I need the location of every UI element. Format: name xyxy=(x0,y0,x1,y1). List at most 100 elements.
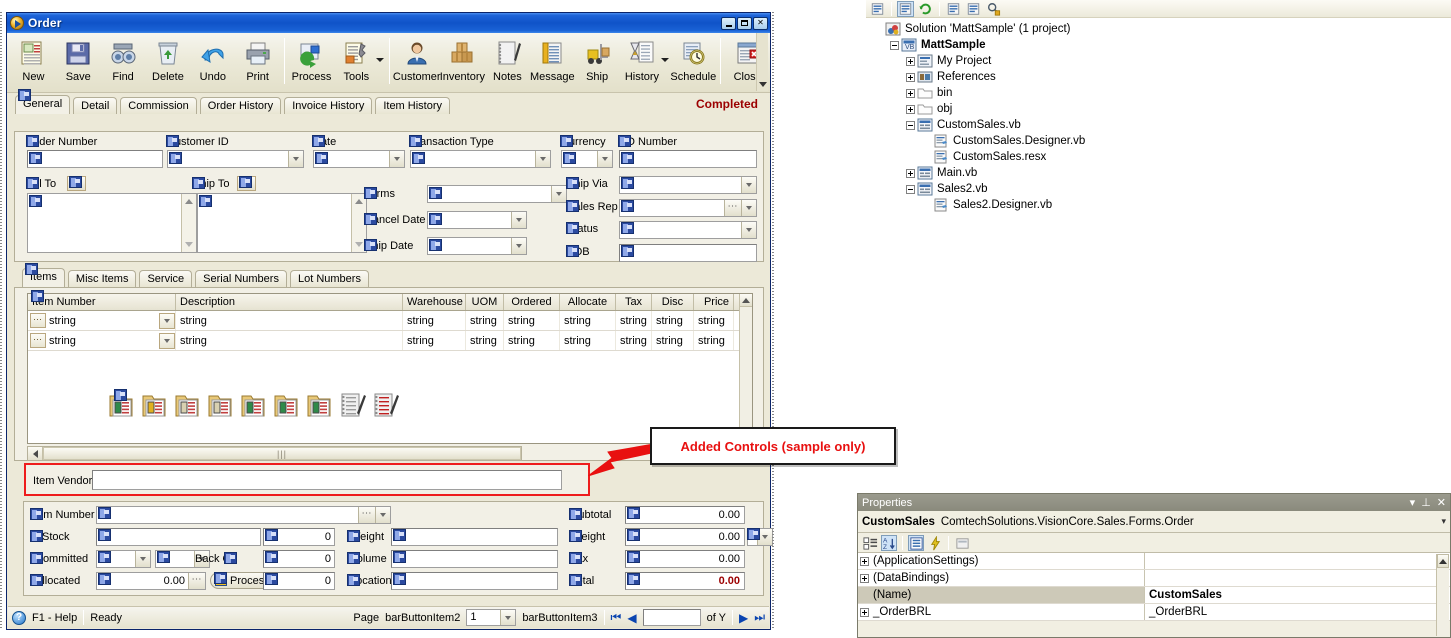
grid-column-header[interactable]: Price xyxy=(694,294,734,310)
tab-misc-items[interactable]: Misc Items xyxy=(67,270,137,287)
tab-item-history[interactable]: Item History xyxy=(375,97,451,114)
table-cell[interactable]: string xyxy=(403,311,466,330)
note2-document-icon[interactable] xyxy=(206,391,234,419)
table-cell[interactable]: ⋯ string xyxy=(28,331,176,350)
notepad-red-pen-icon[interactable] xyxy=(371,391,399,419)
view-code-icon[interactable] xyxy=(945,1,962,17)
property-value-cell[interactable] xyxy=(1145,553,1450,569)
previous-record-icon[interactable]: ◀ xyxy=(627,611,636,625)
grid-column-header[interactable]: Warehouse xyxy=(403,294,466,310)
bill-to-lookup-button[interactable] xyxy=(67,176,86,191)
tree-node-customsales-resx[interactable]: CustomSales.resx xyxy=(872,149,1451,165)
next-record-icon[interactable]: ▶ xyxy=(739,611,748,625)
grid-column-header[interactable]: Tax xyxy=(616,294,652,310)
tree-expander-icon[interactable] xyxy=(904,103,917,116)
table-cell[interactable]: ⋯ string xyxy=(28,311,176,330)
events-icon[interactable] xyxy=(927,534,943,551)
tree-expander-icon[interactable] xyxy=(904,183,917,196)
tree-expander-icon[interactable] xyxy=(904,167,917,180)
committed-combo[interactable] xyxy=(96,550,151,568)
toolbar-button-history[interactable]: History xyxy=(620,35,665,83)
toolbar-button-message[interactable]: Message xyxy=(530,35,575,83)
row-ellipsis-button[interactable]: ⋯ xyxy=(30,313,46,328)
status-combo[interactable] xyxy=(619,221,757,239)
toolbar-button-delete[interactable]: Delete xyxy=(146,35,191,83)
bar-button-item3[interactable]: barButtonItem3 xyxy=(522,612,597,624)
toolbar-button-new[interactable]: New xyxy=(11,35,56,83)
view-designer-icon[interactable] xyxy=(965,1,982,17)
terms-combo[interactable] xyxy=(427,185,567,203)
toolbar-button-undo[interactable]: Undo xyxy=(190,35,235,83)
date-combo[interactable] xyxy=(313,150,405,168)
page-dropdown-arrow-icon[interactable] xyxy=(500,610,516,625)
toolbar-dropdown-arrow-icon[interactable] xyxy=(375,57,384,62)
chevron-down-icon[interactable]: ▾ xyxy=(1410,496,1416,509)
tree-node-sales2-designer-vb[interactable]: Sales2.Designer.vb xyxy=(872,197,1451,213)
tab-detail[interactable]: Detail xyxy=(73,97,118,114)
grid-column-header[interactable]: UOM xyxy=(466,294,504,310)
toolbar-button-process[interactable]: Process xyxy=(289,35,334,83)
tree-node-bin[interactable]: bin xyxy=(872,85,1451,101)
tree-expander-icon[interactable] xyxy=(888,39,901,52)
categorized-icon[interactable] xyxy=(862,535,878,551)
scroll-thumb[interactable]: ||| xyxy=(43,447,521,460)
property-value-cell[interactable] xyxy=(1145,570,1450,586)
help-label[interactable]: F1 - Help xyxy=(32,612,77,624)
tab-order-history[interactable]: Order History xyxy=(199,97,282,114)
items-horizontal-scrollbar[interactable]: ||| xyxy=(27,446,522,461)
property-row[interactable]: (DataBindings) xyxy=(858,570,1450,587)
property-expander-icon[interactable] xyxy=(860,556,869,566)
cancel-date-combo[interactable] xyxy=(427,211,527,229)
location-input[interactable] xyxy=(391,572,558,590)
tree-node-customsales-vb[interactable]: CustomSales.vb xyxy=(872,117,1451,133)
toolbar-button-print[interactable]: Print xyxy=(235,35,280,83)
tree-expander-icon[interactable] xyxy=(904,71,917,84)
record-number-input[interactable] xyxy=(642,609,701,626)
tab-invoice-history[interactable]: Invoice History xyxy=(284,97,373,114)
ship-to-lookup-button[interactable] xyxy=(237,176,256,191)
properties-grid[interactable]: (ApplicationSettings) (DataBindings) (Name… xyxy=(858,553,1450,621)
table-row[interactable]: ⋯ string string string string string string str… xyxy=(28,331,752,351)
items-grid-scrollbar[interactable] xyxy=(739,294,752,443)
bill-to-scrollbar[interactable] xyxy=(181,194,196,252)
notepad-pen-icon[interactable] xyxy=(338,391,366,419)
weight-input[interactable] xyxy=(391,528,558,546)
grid-column-header[interactable]: Item Number xyxy=(28,294,176,310)
scroll-up-button[interactable] xyxy=(1437,554,1449,568)
row-ellipsis-button[interactable]: ⋯ xyxy=(30,333,46,348)
table-cell[interactable]: string xyxy=(616,311,652,330)
minimize-button[interactable] xyxy=(721,16,736,30)
scroll-left-button[interactable] xyxy=(28,447,43,460)
ship-via-combo[interactable] xyxy=(619,176,757,194)
property-value-cell[interactable]: CustomSales xyxy=(1145,587,1450,603)
bar-button-item2[interactable]: barButtonItem2 xyxy=(385,612,460,624)
table-cell[interactable]: string xyxy=(176,331,403,350)
toolbar-button-tools[interactable]: Tools xyxy=(334,35,379,83)
edb-input[interactable] xyxy=(619,244,757,262)
properties-object-dropdown-icon[interactable]: ▾ xyxy=(1441,516,1446,527)
tree-node-my-project[interactable]: My Project xyxy=(872,53,1451,69)
first-record-icon[interactable]: ⏮ xyxy=(611,610,622,625)
table-cell[interactable]: string xyxy=(504,331,560,350)
property-expander-icon[interactable] xyxy=(860,573,869,583)
tree-node-mattsample[interactable]: VB MattSample xyxy=(872,37,1451,53)
tree-node-obj[interactable]: obj xyxy=(872,101,1451,117)
table-cell[interactable]: string xyxy=(466,331,504,350)
property-name-cell[interactable]: (ApplicationSettings) xyxy=(858,553,1145,569)
alphabetical-icon[interactable]: AZ xyxy=(881,534,897,551)
table-cell[interactable]: string xyxy=(652,331,694,350)
table-row[interactable]: ⋯ string string string string string string str… xyxy=(28,311,752,331)
volume-input[interactable] xyxy=(391,550,558,568)
property-value-cell[interactable]: _OrderBRL xyxy=(1145,604,1450,620)
items-grid[interactable]: Item Number Description Warehouse UOM Ordere… xyxy=(27,290,753,444)
tab-general[interactable]: General xyxy=(15,95,71,114)
properties-scrollbar[interactable] xyxy=(1436,554,1449,636)
close-button[interactable]: ✕ xyxy=(753,16,768,30)
maximize-button[interactable] xyxy=(737,16,752,30)
properties-page-icon[interactable] xyxy=(869,1,886,17)
row-dropdown-arrow-icon[interactable] xyxy=(159,312,175,329)
property-row[interactable]: (Name) CustomSales xyxy=(858,587,1450,604)
property-row[interactable]: (ApplicationSettings) xyxy=(858,553,1450,570)
toolbar-button-ship[interactable]: Ship xyxy=(575,35,620,83)
po-number-input[interactable] xyxy=(619,150,757,168)
